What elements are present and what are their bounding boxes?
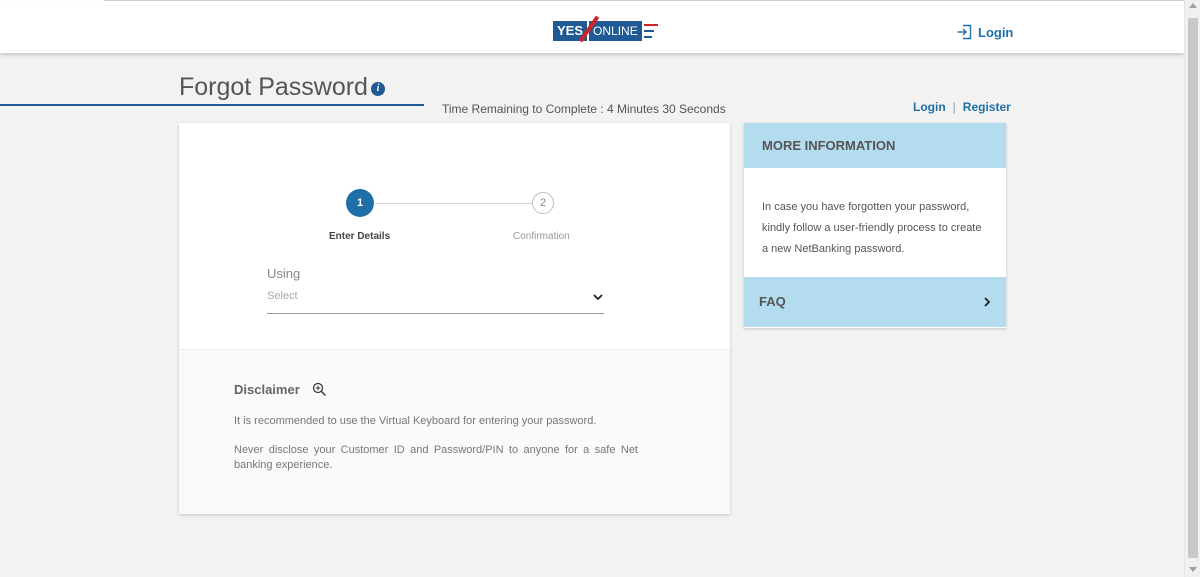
faq-button[interactable]: FAQ [744, 277, 1006, 327]
zoom-in-icon[interactable] [312, 382, 327, 397]
stepper-connector [375, 203, 545, 204]
disclaimer-line-1: It is recommended to use the Virtual Key… [234, 415, 597, 427]
step-2-indicator: 2 [532, 192, 554, 214]
step-1-label: Enter Details [329, 231, 391, 242]
register-link[interactable]: Register [963, 100, 1011, 114]
disclaimer-title: Disclaimer [234, 382, 300, 397]
top-strip-line [104, 0, 1184, 1]
chevron-down-icon [593, 294, 603, 301]
header-login-link[interactable]: Login [956, 24, 1013, 40]
disclaimer-section [179, 350, 730, 514]
login-link[interactable]: Login [913, 100, 946, 114]
logo-dashes-icon [643, 22, 658, 40]
more-info-heading: MORE INFORMATION [744, 123, 1006, 168]
time-remaining: Time Remaining to Complete : 4 Minutes 3… [442, 102, 726, 116]
header-login-label: Login [978, 24, 1014, 40]
step-1-indicator: 1 [346, 189, 374, 217]
info-icon[interactable]: i [371, 82, 385, 96]
forgot-password-card: 1 2 Enter Details Confirmation Using Sel… [179, 123, 730, 514]
scroll-down-arrow-icon[interactable] [1189, 567, 1197, 572]
link-separator: | [952, 100, 956, 114]
using-label: Using [267, 266, 301, 281]
more-information-panel: MORE INFORMATION In case you have forgot… [744, 123, 1006, 328]
page-title: Forgot Password [179, 73, 368, 101]
title-underline [0, 104, 424, 106]
scroll-thumb[interactable] [1188, 18, 1198, 558]
auth-links: Login | Register [913, 100, 1011, 114]
yes-online-logo[interactable]: YES ONLINE [553, 15, 658, 43]
page-scrollbar[interactable] [1184, 0, 1200, 577]
disclaimer-line-2: Never disclose your Customer ID and Pass… [234, 444, 638, 471]
logo-online-text: ONLINE [589, 21, 642, 41]
login-icon [957, 24, 972, 40]
scroll-up-arrow-icon[interactable] [1189, 3, 1197, 8]
step-2-label: Confirmation [513, 231, 570, 242]
site-header: YES ONLINE Login [0, 6, 1184, 53]
using-select-value: Select [267, 290, 298, 302]
more-info-text: In case you have forgotten your password… [762, 201, 982, 255]
faq-label: FAQ [759, 294, 786, 309]
chevron-right-icon [984, 297, 991, 307]
using-select[interactable]: Select [267, 286, 604, 314]
